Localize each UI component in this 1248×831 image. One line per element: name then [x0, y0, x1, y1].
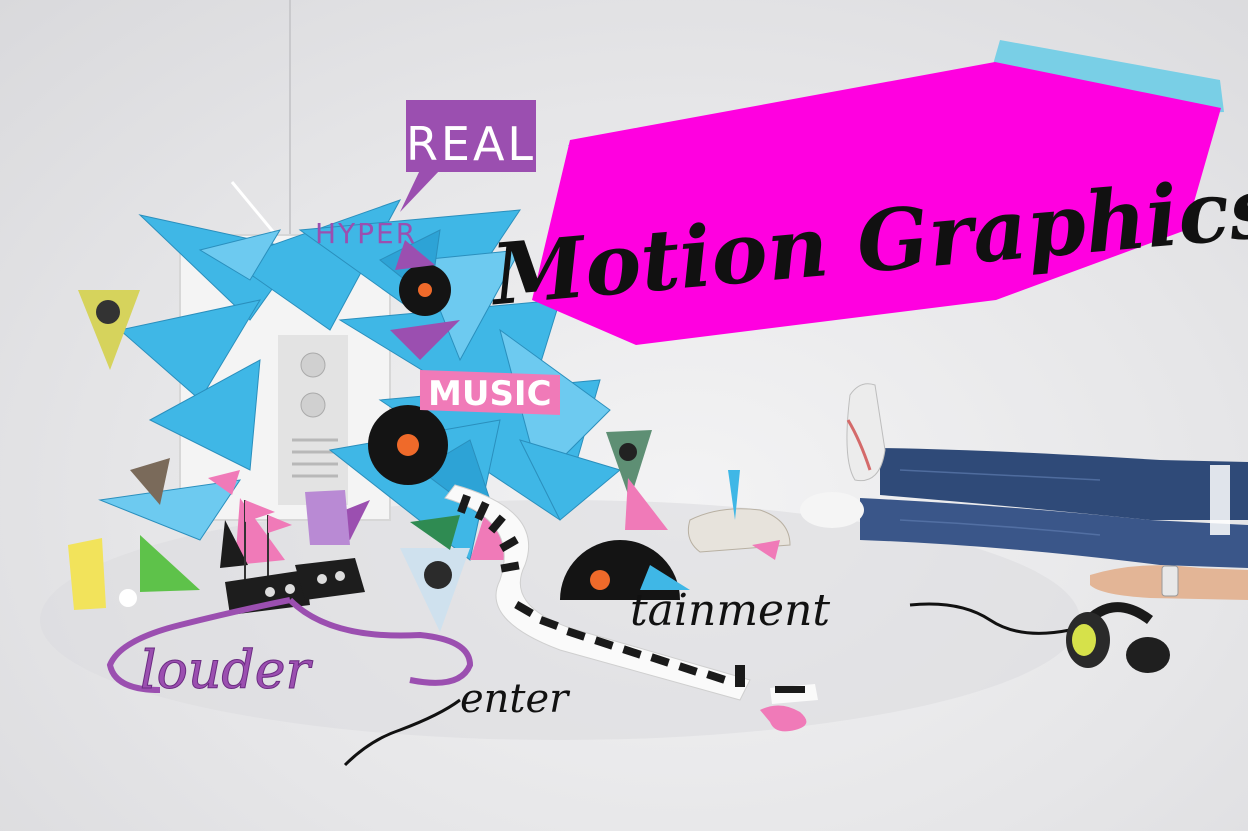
vinyl-record [368, 405, 448, 485]
enter-label: enter [460, 676, 571, 722]
music-block: MUSIC [420, 370, 560, 415]
hyper-label: HYPER [315, 217, 417, 250]
music-label: MUSIC [428, 374, 552, 414]
vinyl-record [399, 264, 451, 316]
real-label: REAL [406, 117, 536, 171]
tainment-label: tainment [630, 585, 830, 636]
scene-illustration: REAL HYPER MUSIC louder enter tainment M… [40, 0, 1248, 767]
real-speech-bubble: REAL [400, 100, 536, 212]
scene: REAL HYPER MUSIC louder enter tainment M… [0, 0, 1248, 831]
louder-label: louder [140, 641, 313, 701]
headphones [1066, 602, 1170, 673]
motion-graphics-banner: Motion Graphics [485, 40, 1248, 345]
